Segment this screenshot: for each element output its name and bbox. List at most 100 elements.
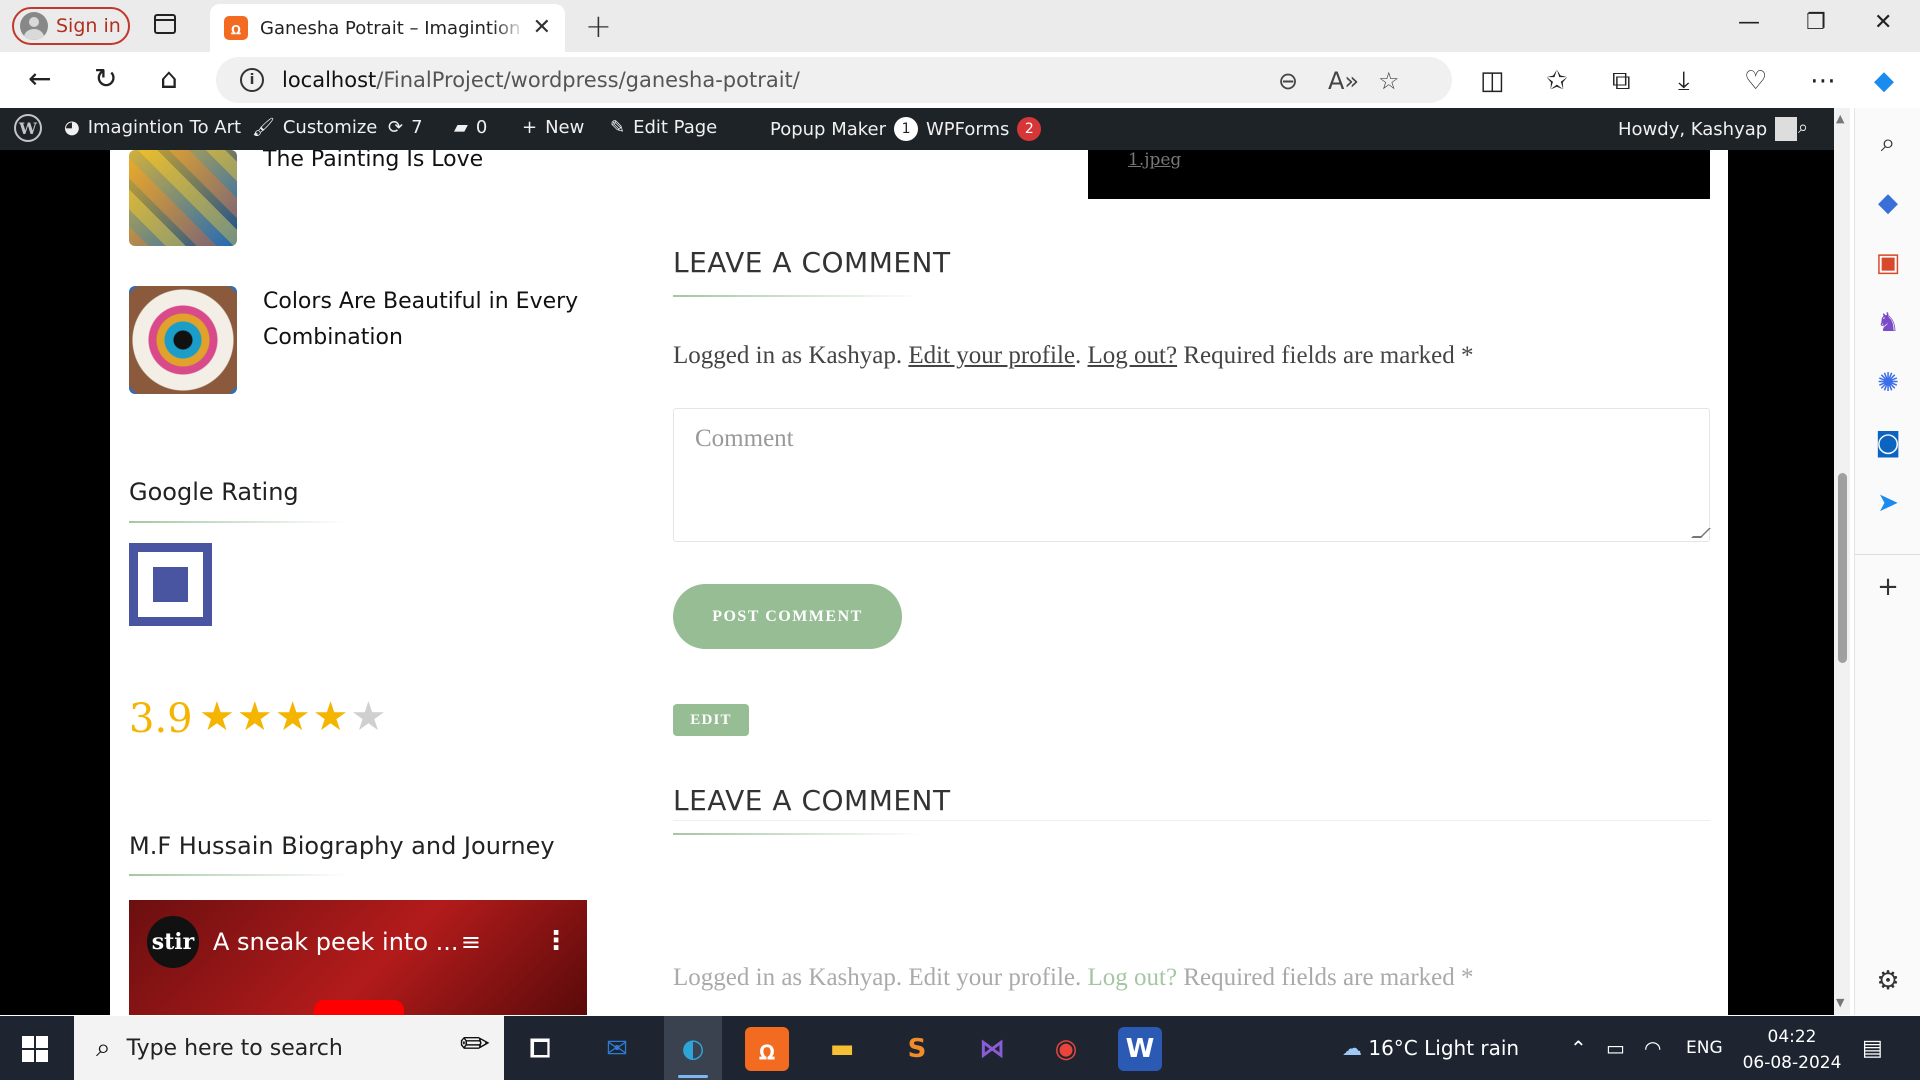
post-thumbnail-eye[interactable] xyxy=(129,286,237,394)
collections-icon[interactable]: ⧉ xyxy=(1612,66,1631,97)
sublime-text-icon[interactable]: S xyxy=(895,1027,939,1071)
youtube-video-embed[interactable]: stir A sneak peek into ... ≡ ⋮ xyxy=(129,900,587,1015)
browser-essentials-icon[interactable]: ♡ xyxy=(1744,66,1767,96)
admin-site-name[interactable]: ◕ Imagintion To Art xyxy=(64,117,241,138)
comments-count: 0 xyxy=(475,117,488,138)
profile-avatar-icon xyxy=(20,12,48,40)
send-icon[interactable]: ➤ xyxy=(1855,488,1920,518)
restore-icon[interactable]: ❐ xyxy=(1806,10,1826,35)
post-comment-button[interactable]: POST COMMENT xyxy=(673,584,902,649)
search-highlight-icon: ✏ xyxy=(459,1024,490,1065)
games-icon[interactable]: ♞ xyxy=(1855,308,1920,338)
favorites-icon[interactable]: ✩ xyxy=(1546,66,1568,96)
scroll-down-arrow-icon[interactable]: ▼ xyxy=(1836,996,1844,1009)
star-filled-icon: ★ xyxy=(199,694,237,740)
site-name-label: Imagintion To Art xyxy=(87,117,242,138)
admin-customize[interactable]: 🖌 Customize xyxy=(252,117,377,138)
language-indicator[interactable]: ENG xyxy=(1686,1038,1723,1058)
logout-link[interactable]: Log out? xyxy=(1088,342,1178,369)
tab-actions-icon[interactable] xyxy=(154,14,176,34)
file-explorer-icon[interactable]: ▬ xyxy=(820,1027,864,1071)
site-info-icon[interactable]: i xyxy=(240,68,264,92)
read-aloud-icon[interactable]: A» xyxy=(1328,67,1359,95)
edit-page-label: Edit Page xyxy=(633,117,718,138)
heading-underline xyxy=(673,295,923,297)
minimize-icon[interactable]: — xyxy=(1738,10,1760,35)
clock-time: 04:22 xyxy=(1767,1027,1817,1047)
comment-bubble-icon: ▰ xyxy=(454,117,468,138)
shopping-tag-icon[interactable]: ◆ xyxy=(1855,188,1920,218)
sidebar-post-link[interactable]: The Painting Is Love xyxy=(263,150,483,178)
post-thumbnail-painting[interactable] xyxy=(129,150,237,246)
outlook-icon[interactable]: ◙ xyxy=(1855,428,1920,458)
mail-icon[interactable]: ✉ xyxy=(595,1027,639,1071)
system-clock[interactable]: 04:22 06-08-2024 xyxy=(1732,1024,1852,1076)
show-hidden-icons-icon[interactable]: ⌃ xyxy=(1570,1036,1587,1060)
edit-profile-link[interactable]: Edit your profile xyxy=(908,342,1075,369)
admin-search-icon[interactable]: ⌕ xyxy=(1798,117,1808,138)
kebab-menu-icon[interactable]: ⋮ xyxy=(543,926,569,956)
search-icon[interactable]: ⌕ xyxy=(1855,128,1920,159)
word-icon[interactable]: W xyxy=(1118,1027,1162,1071)
play-button[interactable] xyxy=(314,1000,404,1015)
back-icon[interactable]: ← xyxy=(28,62,51,95)
wpforms-label: WPForms xyxy=(926,118,1010,140)
settings-gear-icon[interactable]: ⚙ xyxy=(1855,966,1920,996)
battery-icon[interactable]: ▭ xyxy=(1606,1036,1625,1060)
close-tab-icon[interactable]: ✕ xyxy=(533,15,551,40)
popup-maker-badge: 1 xyxy=(894,117,919,141)
heading-underline xyxy=(129,874,349,876)
channel-avatar[interactable]: stir xyxy=(147,916,199,968)
admin-account[interactable]: Howdy, Kashyap xyxy=(1618,117,1798,141)
more-options-icon[interactable]: ⋯ xyxy=(1810,66,1836,96)
home-icon[interactable]: ⌂ xyxy=(160,62,178,95)
copilot-icon[interactable]: ◆ xyxy=(1874,66,1894,96)
post-title-line: Combination xyxy=(263,325,403,350)
admin-updates[interactable]: ⟳ 7 xyxy=(388,117,423,138)
video-title[interactable]: A sneak peek into ... xyxy=(213,928,459,956)
refresh-icon[interactable]: ↻ xyxy=(94,62,117,95)
copilot-side-icon[interactable]: ✺ xyxy=(1855,368,1920,398)
edge-browser-icon[interactable]: ◐ xyxy=(671,1027,715,1071)
admin-comments[interactable]: ▰ 0 xyxy=(454,117,487,138)
admin-edit-page[interactable]: ✎ Edit Page xyxy=(610,117,717,138)
rating-logo-icon xyxy=(129,543,212,626)
downloads-icon[interactable]: ⤓ xyxy=(1678,66,1690,97)
split-screen-icon[interactable]: ◫ xyxy=(1480,66,1505,96)
user-avatar xyxy=(1775,117,1798,141)
scroll-up-arrow-icon[interactable]: ▲ xyxy=(1836,112,1844,125)
pencil-icon: ✎ xyxy=(610,117,626,138)
page-scrollbar[interactable]: ▲ ▼ xyxy=(1834,108,1850,1015)
task-view-icon[interactable]: ⧠ xyxy=(518,1027,562,1071)
weather-widget[interactable]: ☁ 16°C Light rain xyxy=(1342,1036,1519,1060)
new-tab-icon[interactable]: + xyxy=(585,7,612,45)
image-caption-link[interactable]: 1.jpeg xyxy=(1128,150,1181,170)
dashboard-icon: ◕ xyxy=(64,117,80,138)
edit-button[interactable]: EDIT xyxy=(673,704,749,736)
favorite-star-icon[interactable]: ☆ xyxy=(1378,67,1400,95)
browser-tab-active[interactable]: ꭥ Ganesha Potrait – Imagintion To Art ✕ xyxy=(210,4,565,52)
video-heading: M.F Hussain Biography and Journey xyxy=(129,832,555,860)
visual-studio-icon[interactable]: ⋈ xyxy=(970,1027,1014,1071)
admin-popup-maker[interactable]: Popup Maker 1 xyxy=(770,117,919,141)
wp-logo-icon[interactable]: W xyxy=(14,114,42,142)
add-icon[interactable]: + xyxy=(1855,572,1920,602)
wifi-icon[interactable]: ◠ xyxy=(1644,1036,1661,1060)
address-bar[interactable]: i localhost/FinalProject/wordpress/ganes… xyxy=(216,57,1452,103)
sidebar-post-link[interactable]: Colors Are Beautiful in Every Combinatio… xyxy=(263,284,578,356)
notifications-icon[interactable]: ▤ xyxy=(1862,1036,1883,1061)
windows-start-icon[interactable] xyxy=(22,1036,48,1062)
scrollbar-thumb[interactable] xyxy=(1838,473,1847,663)
comment-textarea[interactable]: Comment xyxy=(673,408,1711,542)
admin-wpforms[interactable]: WPForms 2 xyxy=(926,117,1042,141)
taskbar-search-box[interactable]: ⌕ Type here to search ✏ xyxy=(74,1016,504,1080)
zoom-out-icon[interactable]: ⊖ xyxy=(1278,67,1298,95)
close-window-icon[interactable]: ✕ xyxy=(1874,10,1892,35)
xampp-icon[interactable]: ꭥ xyxy=(745,1027,789,1071)
sign-in-button[interactable]: Sign in xyxy=(12,7,130,45)
chrome-icon[interactable]: ◉ xyxy=(1044,1027,1088,1071)
tools-briefcase-icon[interactable]: ▣ xyxy=(1855,248,1920,278)
playlist-icon[interactable]: ≡ xyxy=(461,928,481,956)
resize-handle-icon[interactable] xyxy=(1691,528,1711,538)
admin-new[interactable]: + New xyxy=(522,117,584,138)
